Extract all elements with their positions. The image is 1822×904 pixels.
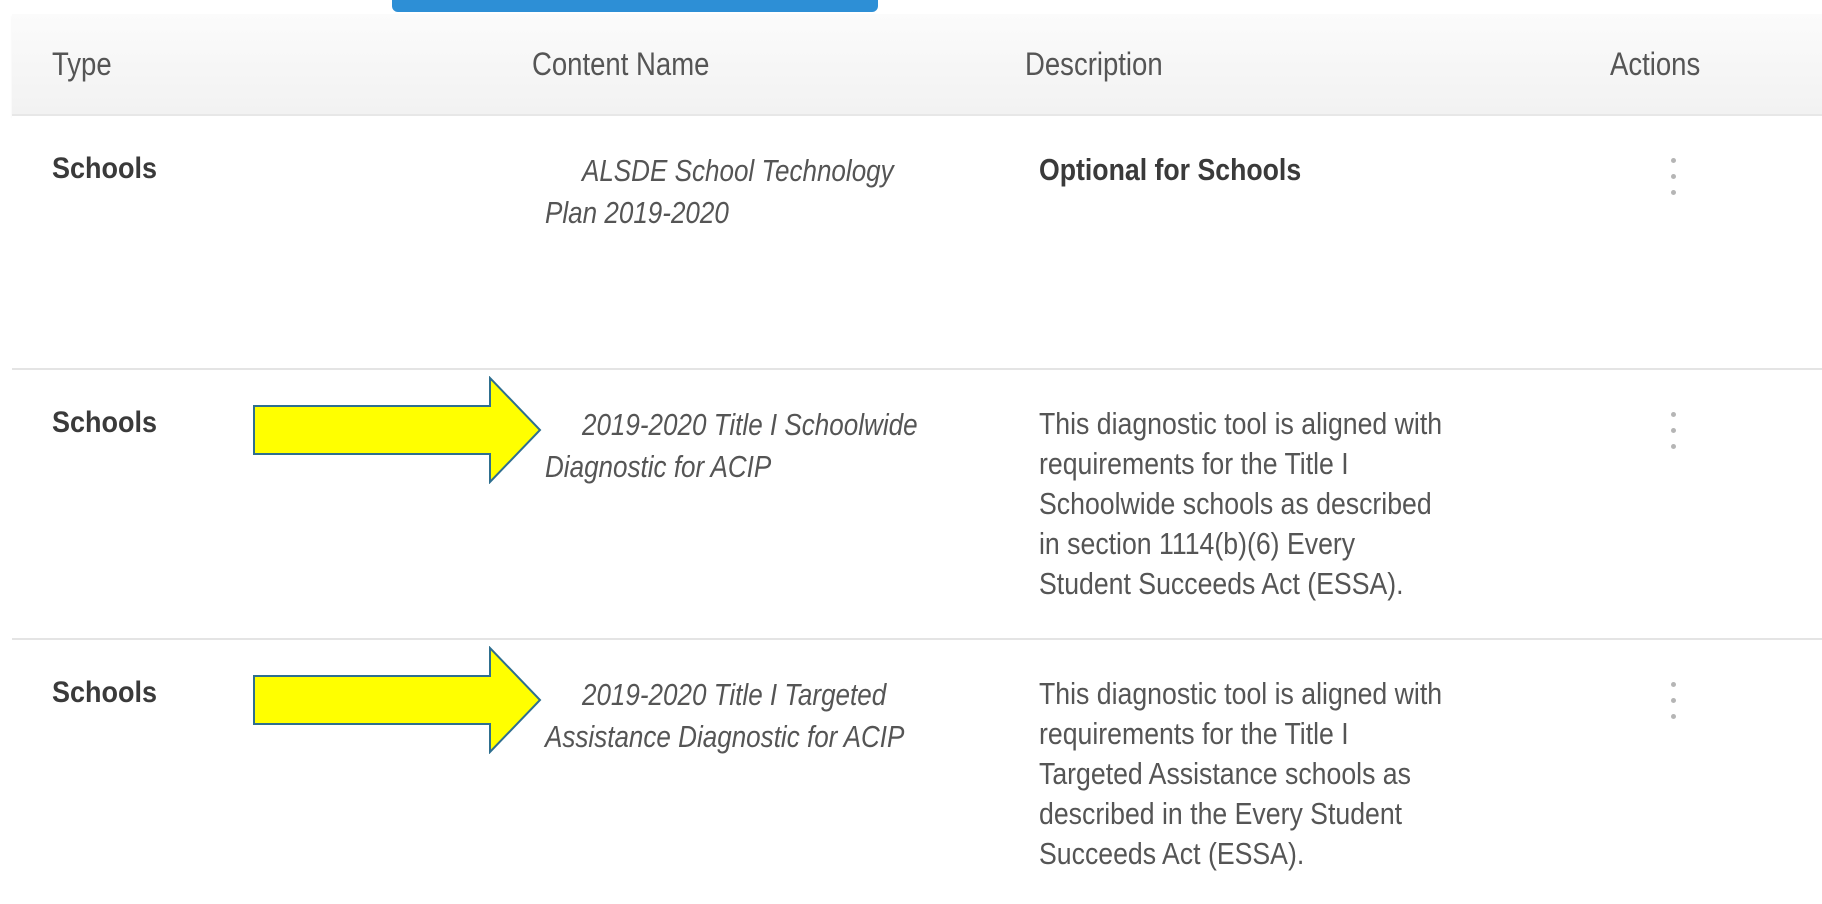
- header-content-name[interactable]: Content Name: [532, 14, 709, 114]
- content-table-page: Type Content Name Description Actions Sc…: [0, 0, 1822, 904]
- row-type: Schools: [52, 406, 158, 439]
- table-header: Type Content Name Description Actions: [12, 14, 1822, 116]
- header-description[interactable]: Description: [1025, 14, 1163, 114]
- row-content-name[interactable]: 2019-2020 Title I Targeted Assistance Di…: [545, 674, 940, 758]
- kebab-menu-icon[interactable]: [1665, 156, 1681, 200]
- row-content-name[interactable]: 2019-2020 Title I Schoolwide Diagnostic …: [545, 404, 940, 488]
- row-content-name[interactable]: ALSDE School Technology Plan 2019-2020: [545, 150, 940, 234]
- kebab-menu-icon[interactable]: [1665, 410, 1681, 454]
- row-description: This diagnostic tool is aligned with req…: [1039, 676, 1443, 871]
- right-arrow-icon: [253, 376, 542, 484]
- kebab-menu-icon[interactable]: [1665, 680, 1681, 724]
- row-type: Schools: [52, 152, 158, 185]
- right-arrow-icon: [253, 646, 542, 754]
- row-description: This diagnostic tool is aligned with req…: [1039, 406, 1443, 601]
- table-row: Schools 2019-2020 Title I Schoolwide Dia…: [12, 370, 1822, 640]
- table-row: Schools ALSDE School Technology Plan 201…: [12, 116, 1822, 370]
- row-description: Optional for Schools: [1039, 152, 1302, 187]
- table-row: Schools 2019-2020 Title I Targeted Assis…: [12, 640, 1822, 904]
- row-type: Schools: [52, 676, 158, 709]
- active-tab-indicator[interactable]: [392, 0, 878, 12]
- header-type[interactable]: Type: [52, 14, 112, 114]
- header-actions: Actions: [1610, 46, 1701, 82]
